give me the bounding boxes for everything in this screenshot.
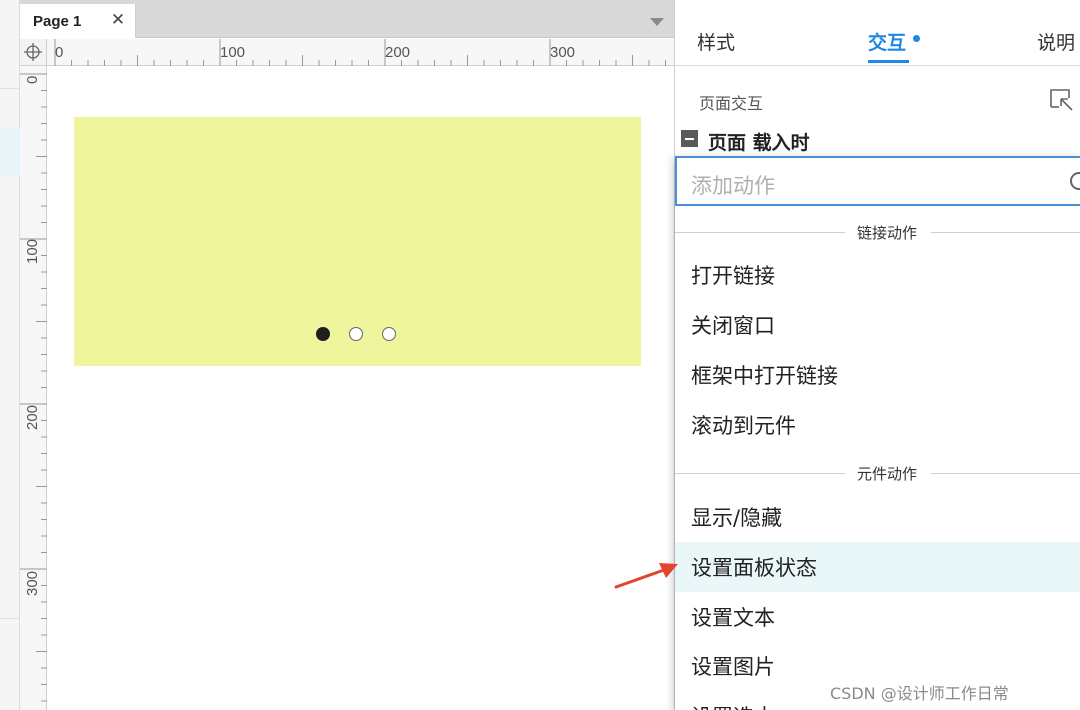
menu-item[interactable]: 关闭窗口 [675, 300, 1080, 350]
crosshair-icon [24, 43, 42, 61]
vertical-ruler[interactable]: 0 100 200 300 [20, 66, 47, 710]
watermark: CSDN @设计师工作日常 [830, 684, 1009, 703]
tab-active-indicator-dot [913, 35, 920, 42]
divider [675, 473, 845, 474]
page-tab-label: Page 1 [33, 13, 82, 30]
left-panel-divider [0, 618, 20, 619]
horizontal-ruler[interactable]: 0 100 200 300 [47, 39, 674, 66]
ruler-label: 200 [24, 405, 41, 430]
tab-underline [868, 60, 909, 63]
section-label: 页面交互 [699, 94, 764, 113]
carousel-dynamic-panel[interactable] [74, 117, 641, 366]
carousel-dot[interactable] [349, 327, 363, 341]
menu-item-label: 打开链接 [691, 264, 775, 288]
group-title: 链接动作 [857, 224, 918, 242]
menu-item-label: 设置图片 [691, 655, 775, 679]
red-arrow-icon [614, 563, 678, 589]
select-element-icon[interactable] [1048, 86, 1074, 112]
action-dropdown: 添加动作 链接动作 打开链接 关闭窗口 框架中打开链接 滚动到元件 元件动作 显… [675, 156, 1080, 710]
inspector-panel: 样式 交互 说明 页面交互 页面 载入时 添加动作 链接动作 打开链接 关闭窗口… [674, 0, 1080, 710]
close-icon[interactable]: ✕ [108, 10, 128, 30]
menu-item[interactable]: 滚动到元件 [675, 400, 1080, 450]
search-input[interactable]: 添加动作 [675, 156, 1080, 206]
ruler-label: 0 [55, 44, 63, 61]
menu-item[interactable]: 设置文本 [675, 592, 1080, 642]
left-panel-selected-row[interactable] [0, 128, 20, 176]
menu-item-label: 滚动到元件 [691, 414, 796, 438]
menu-item-highlighted[interactable]: 设置面板状态 [675, 542, 1080, 592]
group-header: 元件动作 [675, 463, 1080, 483]
page-tab-bar: Page 1 ✕ [20, 0, 674, 38]
search-placeholder: 添加动作 [691, 174, 775, 198]
group-title: 元件动作 [857, 465, 918, 483]
left-panel-divider [0, 88, 20, 89]
inspector-tabs: 样式 交互 说明 [675, 0, 1080, 66]
menu-item[interactable]: 框架中打开链接 [675, 350, 1080, 400]
ruler-label: 300 [550, 44, 575, 61]
ruler-label: 100 [220, 44, 245, 61]
design-canvas[interactable] [48, 67, 674, 710]
group-header: 链接动作 [675, 222, 1080, 242]
divider [931, 232, 1080, 233]
carousel-dot-active[interactable] [316, 327, 330, 341]
search-icon [1070, 172, 1080, 190]
chevron-down-icon[interactable] [650, 18, 664, 26]
menu-item-label: 设置面板状态 [691, 556, 817, 580]
menu-item-label: 显示/隐藏 [691, 506, 783, 530]
left-panel-strip [0, 0, 20, 710]
menu-item[interactable]: 打开链接 [675, 250, 1080, 300]
menu-item-label: 设置选中 [691, 701, 775, 710]
divider [675, 232, 845, 233]
ruler-label: 200 [385, 44, 410, 61]
page-tab[interactable]: Page 1 ✕ [20, 4, 136, 38]
divider [931, 473, 1080, 474]
ruler-label: 300 [24, 571, 41, 596]
app-window: Page 1 ✕ 0 100 200 300 0 100 200 300 样式 … [0, 0, 1080, 710]
ruler-label: 100 [24, 239, 41, 264]
event-label: 页面 载入时 [708, 132, 810, 154]
tab-notes[interactable]: 说明 [1037, 28, 1075, 55]
tab-style[interactable]: 样式 [697, 28, 735, 55]
menu-item-label: 设置文本 [691, 606, 775, 630]
menu-item-label: 关闭窗口 [691, 314, 775, 338]
carousel-dot[interactable] [382, 327, 396, 341]
tab-interactions[interactable]: 交互 [868, 28, 906, 55]
menu-item[interactable]: 显示/隐藏 [675, 492, 1080, 542]
ruler-origin[interactable] [20, 39, 47, 66]
collapse-icon[interactable] [681, 130, 698, 147]
ruler-label: 0 [24, 76, 41, 84]
menu-item-label: 框架中打开链接 [691, 364, 838, 388]
